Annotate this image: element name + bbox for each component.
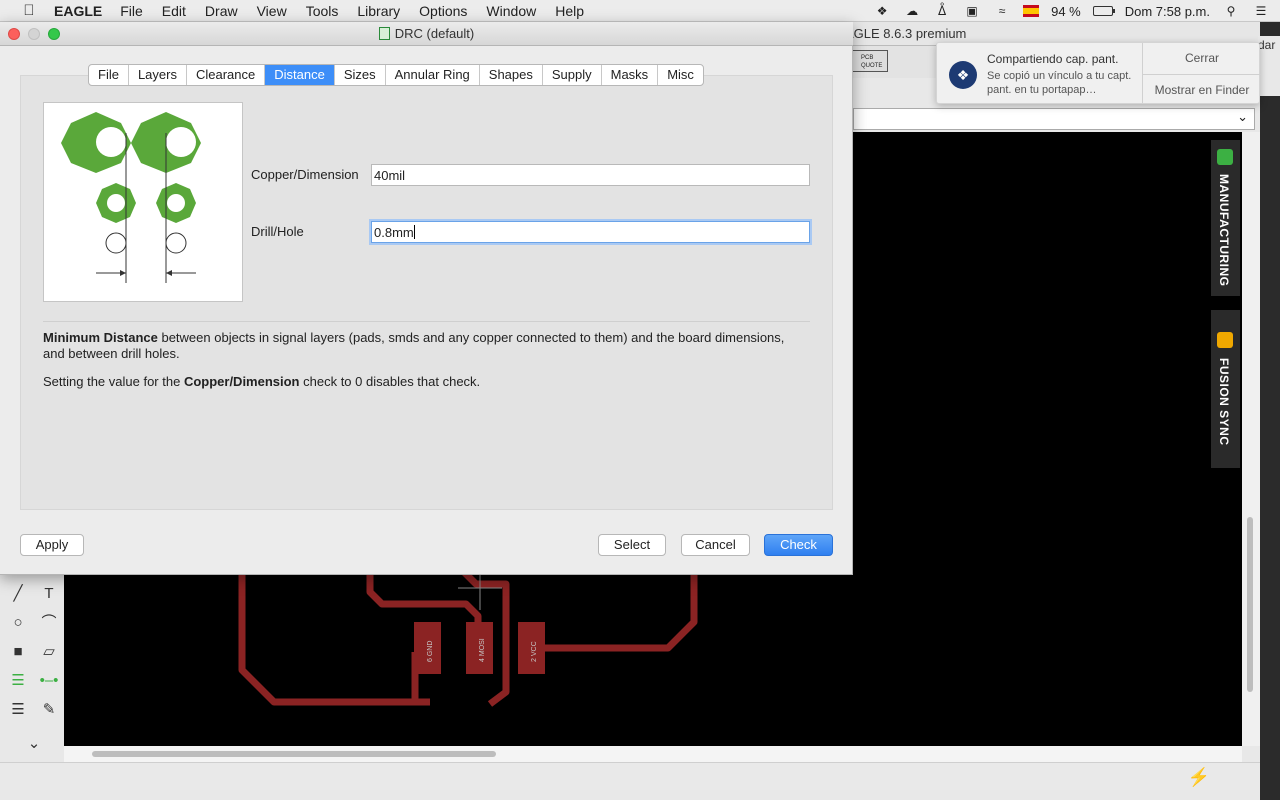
drill-hole-label: Drill/Hole (251, 224, 304, 239)
tab-annular-ring[interactable]: Annular Ring (386, 65, 480, 85)
menu-help[interactable]: Help (555, 3, 584, 19)
menubar:  EAGLE File Edit Draw View Tools Librar… (0, 0, 1280, 22)
status-bar: ⚡ (0, 762, 1260, 790)
polygon-tool-icon[interactable]: ▱ (38, 641, 60, 663)
drill-hole-input[interactable]: 0.8mm (371, 221, 810, 243)
horizontal-scrollbar[interactable] (64, 746, 1242, 762)
dropbox-icon[interactable]: ❖ (873, 4, 891, 18)
layer-stack-icon[interactable]: ☰ (7, 670, 29, 692)
drc-titlebar: DRC (default) (0, 22, 853, 46)
show-in-finder-button[interactable]: Mostrar en Finder (1143, 74, 1261, 104)
manufacturing-label: MANUFACTURING (1217, 174, 1231, 287)
battery-icon[interactable] (1092, 6, 1115, 16)
copper-dimension-value: 40mil (374, 168, 406, 183)
status-menus: ❖ ☁ ᐂ ▣ ≈ 94 % Dom 7:58 p.m. ⚲ ☰ (873, 0, 1270, 22)
tool-palette: ╱ T ○ ⌒ ■ ▱ ☰ •–• ☰ ✎ ⌄ (0, 575, 64, 763)
copper-dimension-label: Copper/Dimension (251, 167, 359, 182)
tab-clearance[interactable]: Clearance (187, 65, 266, 85)
menu-window[interactable]: Window (486, 3, 536, 19)
circle-tool-icon[interactable]: ○ (7, 612, 29, 634)
bluetooth-icon[interactable]: ᐂ (933, 4, 951, 18)
lightning-icon[interactable]: ⚡ (1188, 767, 1210, 788)
drc-title: DRC (default) (0, 26, 853, 41)
tab-file[interactable]: File (89, 65, 129, 85)
attribute-tool-icon[interactable]: ✎ (38, 699, 60, 721)
menu-options[interactable]: Options (419, 3, 467, 19)
separator (43, 321, 810, 322)
arc-tool-icon[interactable]: ⌒ (38, 612, 60, 634)
drc-tab-bar: File Layers Clearance Distance Sizes Ann… (88, 64, 704, 86)
tab-shapes[interactable]: Shapes (480, 65, 543, 85)
pcb-quote-button[interactable]: PCB QUOTE (850, 50, 888, 72)
tab-supply[interactable]: Supply (543, 65, 602, 85)
check-button[interactable]: Check (764, 534, 833, 556)
notification-actions: Cerrar Mostrar en Finder (1142, 43, 1261, 104)
app-menu[interactable]: EAGLE (54, 3, 102, 19)
trace-gnd (238, 572, 430, 706)
note-prefix: Setting the value for the (43, 374, 184, 389)
eagle-window-title: AGLE 8.6.3 premium (845, 26, 967, 41)
manufacturing-icon (1217, 149, 1233, 165)
pad-mosi-label: 4 MOSI (479, 638, 486, 662)
screen-share-icon[interactable]: ▣ (963, 4, 981, 18)
disable-note: Setting the value for the Copper/Dimensi… (43, 374, 803, 390)
tab-sizes[interactable]: Sizes (335, 65, 386, 85)
command-combo[interactable] (853, 108, 1255, 130)
distance-diagram (43, 102, 243, 302)
apple-menu-icon[interactable]:  (20, 2, 38, 19)
apply-button[interactable]: Apply (20, 534, 84, 556)
fusion-sync-label: FUSION SYNC (1217, 358, 1231, 446)
vertical-scrollbar[interactable] (1242, 132, 1260, 746)
menu-edit[interactable]: Edit (162, 3, 186, 19)
battery-percent[interactable]: 94 % (1051, 4, 1081, 19)
text-tool-icon[interactable]: T (38, 583, 60, 605)
wifi-icon[interactable]: ≈ (993, 4, 1011, 18)
cloud-sync-icon[interactable]: ☁ (903, 4, 921, 18)
wire-tool-icon[interactable]: ╱ (7, 583, 29, 605)
trace-vcc (544, 572, 698, 652)
tab-masks[interactable]: Masks (602, 65, 659, 85)
rectangle-tool-icon[interactable]: ■ (7, 641, 29, 663)
select-button[interactable]: Select (598, 534, 666, 556)
pad-gnd-label: 6 GND (427, 641, 434, 662)
menu-draw[interactable]: Draw (205, 3, 238, 19)
note-suffix: check to 0 disables that check. (299, 374, 481, 389)
note-bold-term: Copper/Dimension (183, 374, 300, 389)
notification-close-button[interactable]: Cerrar (1143, 43, 1261, 73)
desc-bold-term: Minimum Distance (43, 330, 158, 345)
route-tool-icon[interactable]: •–• (38, 670, 60, 692)
database-icon[interactable]: ☰ (7, 699, 29, 721)
dropbox-notification[interactable]: ❖ Compartiendo cap. pant. Se copió un ví… (936, 42, 1261, 104)
fusion-icon (1217, 332, 1233, 348)
menu-view[interactable]: View (257, 3, 287, 19)
fusion-sync-panel-tab[interactable]: FUSION SYNC (1211, 310, 1240, 468)
notification-body: Se copió un vínculo a tu capt. pant. en … (987, 70, 1132, 96)
tab-distance[interactable]: Distance (265, 65, 335, 85)
drc-dialog: DRC (default) File Layers Clearance Dist… (0, 22, 853, 575)
tab-layers[interactable]: Layers (129, 65, 187, 85)
background-window-fragment: dar (1258, 36, 1280, 96)
desktop-edge: dar (1258, 22, 1280, 800)
menu-file[interactable]: File (120, 3, 143, 19)
notification-center-icon[interactable]: ☰ (1252, 4, 1270, 18)
expand-tools-icon[interactable]: ⌄ (23, 733, 45, 755)
menu-tools[interactable]: Tools (306, 3, 339, 19)
dropbox-icon: ❖ (949, 61, 977, 89)
notification-title: Compartiendo cap. pant. (987, 52, 1119, 66)
menu-library[interactable]: Library (357, 3, 400, 19)
drc-file-icon (378, 27, 390, 40)
pad-vcc-label: 2 VCC (531, 641, 538, 662)
spotlight-search-icon[interactable]: ⚲ (1222, 4, 1240, 18)
drill-hole-value: 0.8mm (374, 225, 414, 240)
clock[interactable]: Dom 7:58 p.m. (1125, 4, 1210, 19)
cancel-button[interactable]: Cancel (681, 534, 750, 556)
tab-misc[interactable]: Misc (658, 65, 703, 85)
drc-title-text: DRC (default) (394, 26, 475, 41)
copper-dimension-input[interactable]: 40mil (371, 164, 810, 186)
manufacturing-panel-tab[interactable]: MANUFACTURING (1211, 140, 1240, 296)
distance-description: Minimum Distance between objects in sign… (43, 330, 803, 362)
input-source-flag-icon[interactable] (1023, 5, 1040, 17)
